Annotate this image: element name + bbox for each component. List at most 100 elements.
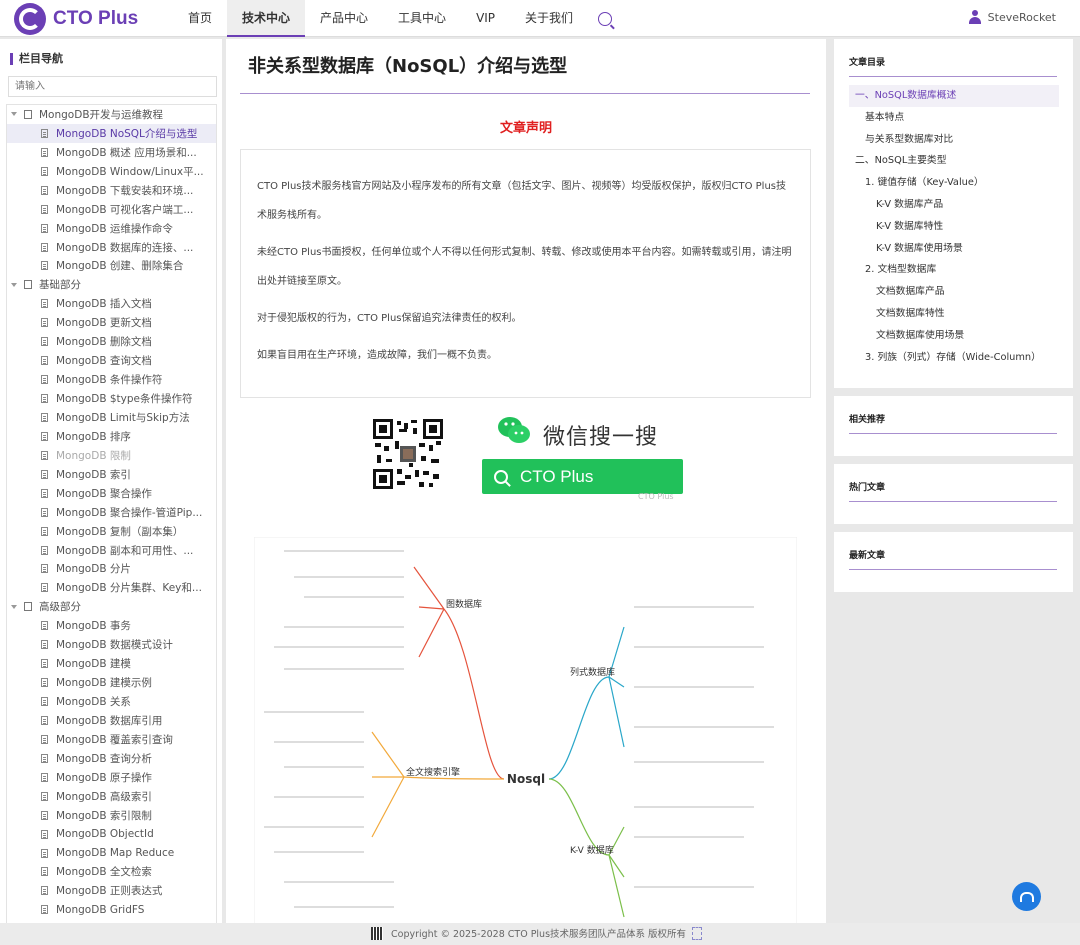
toc-item[interactable]: 文档数据库使用场景	[849, 325, 1059, 347]
search-icon[interactable]	[598, 12, 613, 26]
tree-item[interactable]: MongoDB 排序	[7, 427, 216, 446]
tree-item[interactable]: MongoDB NoSQL介绍与选型	[7, 123, 216, 143]
tree-item[interactable]: MongoDB 插入文档	[7, 294, 216, 313]
tree-item[interactable]: MongoDB 建模	[7, 654, 216, 673]
tree-item[interactable]: MongoDB 分片	[7, 560, 216, 579]
tree-item[interactable]: MongoDB 数据库的连接、...	[7, 238, 216, 257]
nav-item-0[interactable]: 首页	[173, 0, 227, 37]
tree-item[interactable]: MongoDB 删除文档	[7, 332, 216, 351]
tree-item[interactable]: MongoDB 高级索引	[7, 787, 216, 806]
nav-item-5[interactable]: 关于我们	[510, 0, 588, 37]
notice-paragraph: 对于侵犯版权的行为，CTO Plus保留追究法律责任的权利。	[257, 313, 522, 324]
document-icon	[41, 886, 48, 896]
tree-label: MongoDB 建模	[56, 658, 131, 671]
document-icon	[41, 621, 48, 631]
tree-label: MongoDB 全文检索	[56, 866, 152, 879]
tree-group[interactable]: MongoDB开发与运维教程	[7, 105, 216, 124]
tree-item[interactable]: MongoDB ObjectId	[7, 825, 216, 844]
document-icon	[41, 204, 48, 214]
tree-label: MongoDB 运维操作命令	[56, 222, 173, 235]
toc-item[interactable]: 一、NoSQL数据库概述	[849, 85, 1059, 107]
tree-item[interactable]: MongoDB 聚合操作-管道Pip...	[7, 503, 216, 522]
tree-item[interactable]: MongoDB 分片集群、Key和...	[7, 578, 216, 597]
user-menu[interactable]: SteveRocket	[968, 10, 1056, 24]
toc-item[interactable]: 3. 列族（列式）存储（Wide-Column）	[849, 347, 1059, 369]
tree-item[interactable]: MongoDB 聚合操作	[7, 484, 216, 503]
document-icon	[41, 128, 48, 138]
footer-qr-icon	[371, 926, 383, 940]
tree-item[interactable]: MongoDB 条件操作符	[7, 370, 216, 389]
toc-item[interactable]: 2. 文档型数据库	[849, 259, 1059, 281]
tree-label: MongoDB 分片集群、Key和...	[56, 582, 202, 595]
tree-label: MongoDB 可视化客户端工...	[56, 203, 194, 216]
wechat-logo-icon	[498, 417, 530, 443]
tree-item[interactable]: MongoDB 建模示例	[7, 673, 216, 692]
caret-down-icon[interactable]	[11, 282, 17, 287]
tree-item[interactable]: MongoDB $type条件操作符	[7, 389, 216, 408]
tree-item[interactable]: MongoDB 更新文档	[7, 313, 216, 332]
caret-down-icon[interactable]	[11, 604, 17, 609]
tree-label: MongoDB 删除文档	[56, 336, 152, 349]
tree-label: MongoDB 数据库的连接、...	[56, 241, 194, 254]
nav-item-4[interactable]: VIP	[461, 0, 510, 37]
toc-item[interactable]: 基本特点	[849, 107, 1059, 129]
tree-item[interactable]: MongoDB Window/Linux平...	[7, 162, 216, 181]
tree-item[interactable]: MongoDB Limit与Skip方法	[7, 408, 216, 427]
tree-label: 高级部分	[39, 601, 81, 614]
nav-item-2[interactable]: 产品中心	[305, 0, 383, 37]
document-icon	[41, 583, 48, 593]
tree-item[interactable]: MongoDB 运维操作命令	[7, 219, 216, 238]
tree-label: MongoDB 原子操作	[56, 771, 152, 784]
toc-item[interactable]: K-V 数据库产品	[849, 194, 1059, 216]
toc-item[interactable]: K-V 数据库使用场景	[849, 238, 1059, 260]
site-logo[interactable]: CTO Plus	[14, 3, 138, 35]
document-icon	[41, 791, 48, 801]
hot-panel: 热门文章	[834, 464, 1073, 524]
document-icon	[41, 734, 48, 744]
related-divider	[849, 433, 1057, 434]
tree-item[interactable]: MongoDB 创建、删除集合	[7, 257, 216, 276]
caret-down-icon[interactable]	[11, 112, 17, 117]
tree-item[interactable]: MongoDB 查询文档	[7, 351, 216, 370]
document-icon	[41, 772, 48, 782]
article-title: 非关系型数据库（NoSQL）介绍与选型	[248, 56, 568, 77]
tree-item[interactable]: MongoDB Map Reduce	[7, 844, 216, 863]
tree-group[interactable]: 高级部分	[7, 597, 216, 616]
mindmap-branch-column: 列式数据库	[570, 666, 615, 678]
tree-item[interactable]: MongoDB 限制	[7, 446, 216, 465]
toc-item[interactable]: K-V 数据库特性	[849, 216, 1059, 238]
tree-group[interactable]: 基础部分	[7, 275, 216, 294]
tree-item[interactable]: MongoDB 正则表达式	[7, 881, 216, 900]
tree-item[interactable]: MongoDB 副本和可用性、...	[7, 541, 216, 560]
document-icon	[41, 394, 48, 404]
tree-item[interactable]: MongoDB 全文检索	[7, 863, 216, 882]
tree-item[interactable]: MongoDB 可视化客户端工...	[7, 200, 216, 219]
tree-item[interactable]: MongoDB GridFS	[7, 900, 216, 919]
tree-item[interactable]: MongoDB 原子操作	[7, 768, 216, 787]
tree-item[interactable]: MongoDB 下载安装和环境...	[7, 181, 216, 200]
sidebar-search-input[interactable]	[8, 76, 217, 97]
toc-item[interactable]: 1. 键值存储（Key-Value）	[849, 172, 1059, 194]
nav-item-3[interactable]: 工具中心	[383, 0, 461, 37]
toc-item[interactable]: 二、NoSQL主要类型	[849, 150, 1059, 172]
nav-item-1[interactable]: 技术中心	[227, 0, 306, 37]
toc-item[interactable]: 文档数据库特性	[849, 303, 1059, 325]
tree-item[interactable]: MongoDB 复制（副本集）	[7, 522, 216, 541]
tree-item[interactable]: MongoDB 索引限制	[7, 806, 216, 825]
notice-paragraph: 未经CTO Plus书面授权，任何单位或个人不得以任何形式复制、转载、修改或使用…	[257, 247, 792, 287]
tree-item[interactable]: MongoDB 查询分析	[7, 749, 216, 768]
document-icon	[41, 678, 48, 688]
customer-service-button[interactable]	[1012, 882, 1041, 911]
tree-item[interactable]: MongoDB 数据库引用	[7, 711, 216, 730]
document-icon	[41, 412, 48, 422]
folder-icon	[24, 280, 32, 290]
toc-item[interactable]: 与关系型数据库对比	[849, 129, 1059, 151]
tree-item[interactable]: MongoDB 数据模式设计	[7, 635, 216, 654]
tree-item[interactable]: MongoDB 索引	[7, 465, 216, 484]
tree-item[interactable]: MongoDB 关系	[7, 692, 216, 711]
tree-label: MongoDB 查询文档	[56, 355, 152, 368]
tree-item[interactable]: MongoDB 事务	[7, 616, 216, 635]
tree-item[interactable]: MongoDB 覆盖索引查询	[7, 730, 216, 749]
toc-item[interactable]: 文档数据库产品	[849, 281, 1059, 303]
tree-item[interactable]: MongoDB 概述 应用场景和...	[7, 143, 216, 162]
